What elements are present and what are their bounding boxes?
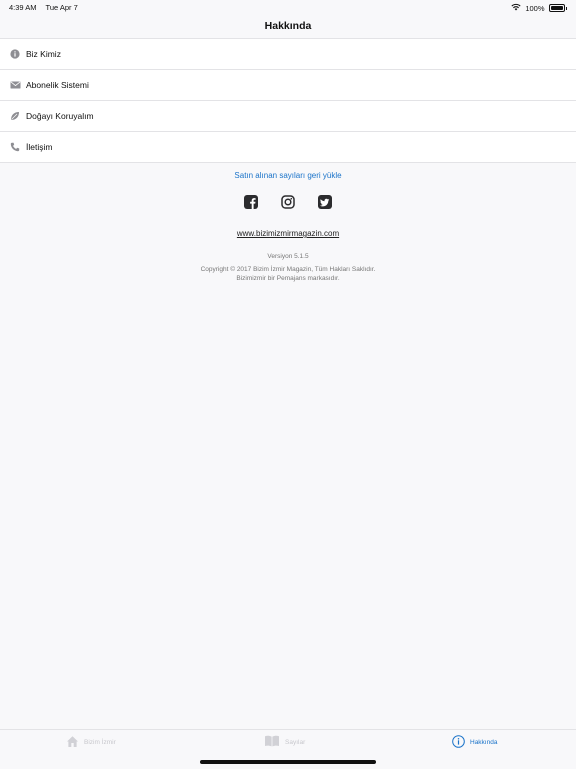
tab-label: Sayılar: [285, 738, 306, 746]
tab-sayilar[interactable]: Sayılar: [264, 735, 305, 749]
twitter-icon[interactable]: [318, 195, 332, 209]
tab-label: Hakkında: [470, 739, 498, 746]
home-icon: [66, 735, 79, 750]
tab-bar: Bizim İzmir Sayılar Hakkında: [0, 729, 576, 769]
tab-label: Bizim İzmir: [84, 739, 116, 746]
menu-item-abonelik-sistemi[interactable]: Abonelik Sistemi: [0, 70, 576, 101]
status-date: Tue Apr 7: [45, 3, 78, 12]
navigation-bar: Hakkında: [0, 14, 576, 38]
about-menu-list: Biz Kimiz Abonelik Sistemi Doğayı Koruya…: [0, 38, 576, 163]
menu-item-label: Doğayı Koruyalım: [26, 111, 94, 121]
instagram-icon[interactable]: [281, 195, 295, 209]
menu-item-dogayi-koruyalim[interactable]: Doğayı Koruyalım: [0, 101, 576, 132]
tab-bizim-izmir[interactable]: Bizim İzmir: [66, 735, 116, 750]
phone-icon: [7, 142, 23, 152]
facebook-icon[interactable]: [244, 195, 258, 209]
page-title: Hakkında: [264, 20, 312, 32]
menu-item-iletisim[interactable]: İletişim: [0, 132, 576, 163]
envelope-icon: [7, 81, 23, 89]
status-bar: 4:39 AM Tue Apr 7 100%: [0, 0, 576, 14]
info-icon: [7, 49, 23, 59]
wifi-icon: [511, 3, 521, 13]
brand-line: Bizimizmir bir Pemajans markasıdır.: [236, 274, 340, 282]
copyright-text: Copyright © 2017 Bizim İzmir Magazin, Tü…: [0, 266, 576, 283]
social-links: [0, 195, 576, 209]
book-icon: [264, 735, 280, 749]
info-circle-icon: [452, 735, 465, 750]
menu-item-label: İletişim: [26, 142, 53, 152]
battery-cap: [565, 6, 567, 10]
status-time: 4:39 AM: [9, 3, 37, 12]
restore-purchases-link[interactable]: Satın alınan sayıları geri yükle: [0, 171, 576, 180]
version-text: Versiyon 5.1.5: [267, 253, 309, 260]
leaf-icon: [7, 111, 23, 121]
home-indicator: [200, 760, 376, 764]
menu-item-label: Abonelik Sistemi: [26, 80, 89, 90]
copyright-line: Copyright © 2017 Bizim İzmir Magazin, Tü…: [200, 266, 376, 273]
battery-icon: [548, 4, 565, 12]
menu-item-label: Biz Kimiz: [26, 49, 61, 59]
battery-percent: 100%: [525, 3, 545, 13]
tab-hakkinda[interactable]: Hakkında: [452, 735, 497, 750]
menu-item-biz-kimiz[interactable]: Biz Kimiz: [0, 39, 576, 70]
website-link[interactable]: www.bizimizmirmagazin.com: [0, 229, 576, 238]
